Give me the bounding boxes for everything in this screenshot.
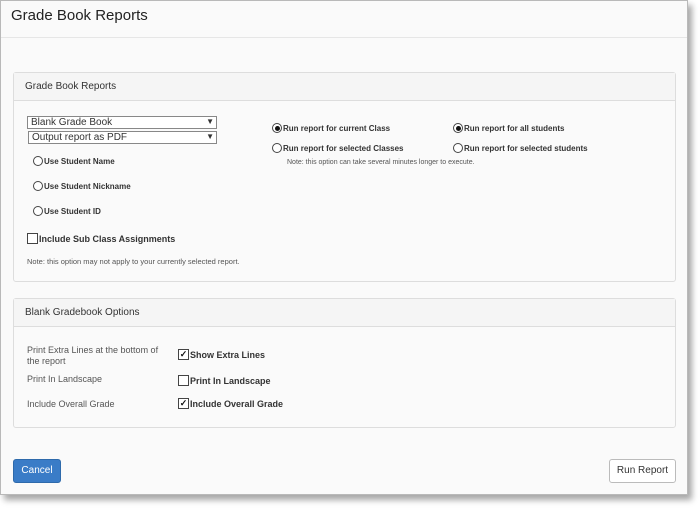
checkbox-print-in-landscape[interactable]: Print In Landscape bbox=[178, 375, 271, 386]
radio-label: Run report for all students bbox=[464, 123, 565, 133]
checkbox-include-overall-grade[interactable]: ✓ Include Overall Grade bbox=[178, 398, 283, 409]
run-report-button[interactable]: Run Report bbox=[609, 459, 676, 483]
checkbox-show-extra-lines[interactable]: ✓ Show Extra Lines bbox=[178, 349, 265, 360]
radio-icon bbox=[33, 156, 43, 166]
sub-class-note: Note: this option may not apply to your … bbox=[27, 257, 240, 266]
option-label-overall-grade: Include Overall Grade bbox=[27, 399, 115, 409]
radio-use-student-name[interactable]: Use Student Name bbox=[33, 156, 115, 166]
options-panel-heading: Blank Gradebook Options bbox=[14, 299, 675, 327]
radio-icon bbox=[272, 143, 282, 153]
radio-label: Use Student Name bbox=[44, 156, 115, 166]
radio-icon bbox=[33, 206, 43, 216]
radio-use-student-nickname[interactable]: Use Student Nickname bbox=[33, 181, 131, 191]
output-format-select[interactable]: Output report as PDF ▼ bbox=[28, 131, 217, 144]
report-type-select[interactable]: Blank Grade Book ▼ bbox=[27, 116, 217, 129]
checkmark-icon: ✓ bbox=[178, 398, 189, 409]
grade-book-dialog: Grade Book Reports Grade Book Reports Bl… bbox=[0, 0, 688, 495]
checkbox-icon bbox=[27, 233, 38, 244]
report-panel-heading: Grade Book Reports bbox=[14, 73, 675, 101]
radio-all-students[interactable]: Run report for all students bbox=[453, 123, 564, 133]
title-divider bbox=[1, 37, 687, 38]
radio-selected-icon bbox=[272, 123, 282, 133]
radio-selected-students[interactable]: Run report for selected students bbox=[453, 143, 588, 153]
radio-use-student-id[interactable]: Use Student ID bbox=[33, 206, 101, 216]
class-option-note: Note: this option can take several minut… bbox=[287, 159, 475, 166]
checkbox-label: Include Overall Grade bbox=[190, 398, 284, 409]
option-label-landscape: Print In Landscape bbox=[27, 374, 103, 384]
radio-label: Use Student Nickname bbox=[44, 181, 131, 191]
checkmark-icon: ✓ bbox=[178, 349, 189, 360]
checkbox-sub-class-assignments[interactable]: Include Sub Class Assignments bbox=[27, 233, 175, 244]
radio-label: Run report for selected students bbox=[464, 143, 588, 153]
option-label-extra-lines: Print Extra Lines at the bottom of the r… bbox=[27, 345, 159, 366]
chevron-down-icon: ▼ bbox=[206, 117, 214, 126]
radio-label: Use Student ID bbox=[44, 206, 101, 216]
cancel-button[interactable]: Cancel bbox=[13, 459, 61, 483]
output-format-value: Output report as PDF bbox=[32, 132, 128, 143]
radio-icon bbox=[453, 143, 463, 153]
radio-selected-classes[interactable]: Run report for selected Classes bbox=[272, 143, 403, 153]
report-type-value: Blank Grade Book bbox=[31, 117, 113, 128]
checkbox-label: Show Extra Lines bbox=[190, 349, 266, 360]
chevron-down-icon: ▼ bbox=[206, 132, 214, 141]
radio-label: Run report for current Class bbox=[283, 123, 391, 133]
report-panel: Grade Book Reports Blank Grade Book ▼ Ou… bbox=[13, 72, 676, 282]
radio-current-class[interactable]: Run report for current Class bbox=[272, 123, 390, 133]
checkbox-label: Print In Landscape bbox=[190, 375, 271, 386]
checkbox-label: Include Sub Class Assignments bbox=[39, 233, 176, 244]
checkbox-icon bbox=[178, 375, 189, 386]
radio-icon bbox=[33, 181, 43, 191]
dialog-title: Grade Book Reports bbox=[11, 7, 148, 24]
blank-gradebook-options-panel: Blank Gradebook Options Print Extra Line… bbox=[13, 298, 676, 428]
radio-label: Run report for selected Classes bbox=[283, 143, 404, 153]
radio-selected-icon bbox=[453, 123, 463, 133]
